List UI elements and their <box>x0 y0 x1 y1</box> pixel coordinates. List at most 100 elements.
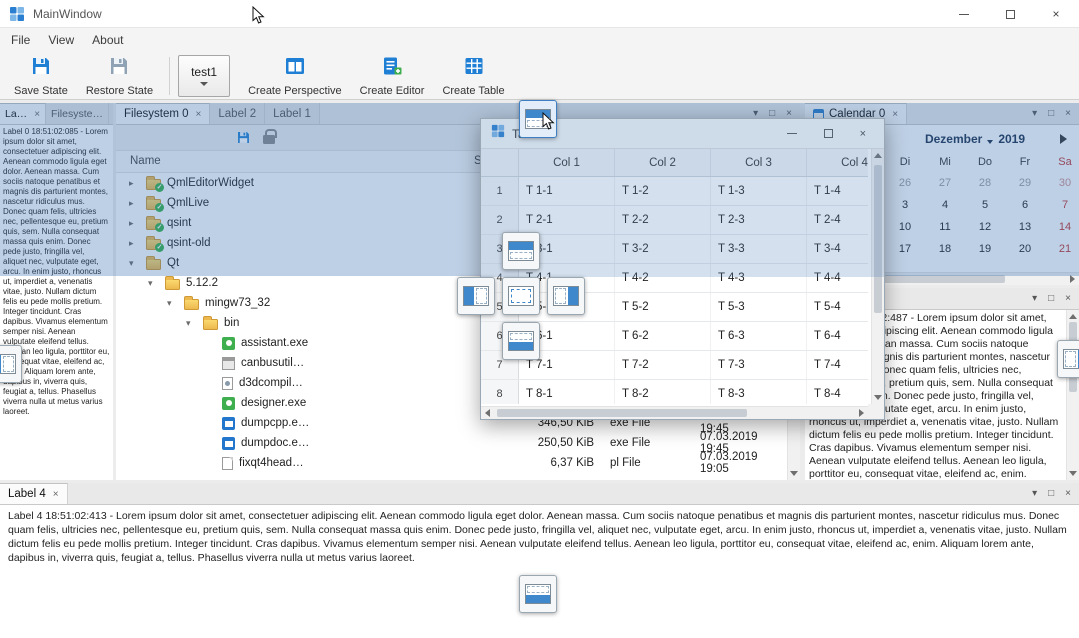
table-cell[interactable]: T 3-4 <box>807 235 868 263</box>
table-column-header[interactable]: Col 3 <box>711 149 807 176</box>
table-cell[interactable]: T 8-1 <box>519 380 615 404</box>
table-cell[interactable]: T 1-2 <box>615 177 711 205</box>
drop-indicator-area-left[interactable] <box>457 277 495 315</box>
drop-indicator-window-bottom[interactable] <box>519 575 557 613</box>
table-header-row: Col 1Col 2Col 3Col 4 <box>481 149 868 177</box>
close-button[interactable]: × <box>1033 0 1079 28</box>
undock-icon[interactable]: □ <box>1048 294 1054 304</box>
table-cell[interactable]: T 1-3 <box>711 177 807 205</box>
drop-indicator-window-left[interactable] <box>0 345 22 383</box>
exe-green-icon <box>222 397 235 410</box>
scroll-down-icon[interactable] <box>790 471 798 476</box>
table-cell[interactable]: T 2-4 <box>807 206 868 234</box>
scroll-down-icon[interactable] <box>1069 471 1077 476</box>
create-editor-button[interactable]: Create Editor <box>352 54 433 98</box>
file-name: fixqt4head… <box>239 457 304 469</box>
drop-indicator-window-right[interactable] <box>1057 340 1079 378</box>
table-cell[interactable]: T 6-2 <box>615 322 711 350</box>
close-dock-icon[interactable]: × <box>1065 294 1071 304</box>
tree-item[interactable]: dumpdoc.e…250,50 KiBexe File07.03.2019 1… <box>116 433 787 453</box>
expanded-expander-icon[interactable]: ▾ <box>183 318 203 329</box>
table-cell[interactable]: T 7-4 <box>807 351 868 379</box>
table-cell[interactable]: T 8-4 <box>807 380 868 404</box>
create-perspective-button[interactable]: Create Perspective <box>240 54 350 98</box>
table-cell[interactable]: T 3-2 <box>615 235 711 263</box>
table-cell[interactable]: T 2-3 <box>711 206 807 234</box>
table-horizontal-scrollbar[interactable] <box>481 406 868 419</box>
save-state-button[interactable]: Save State <box>6 54 76 98</box>
table-cell[interactable]: T 4-3 <box>711 264 807 292</box>
scroll-left-icon[interactable] <box>485 409 490 417</box>
exe-gray-icon <box>222 357 235 370</box>
tabs-menu-icon[interactable]: ▾ <box>1032 489 1037 499</box>
scroll-right-icon[interactable] <box>859 409 864 417</box>
table-cell[interactable]: T 2-1 <box>519 206 615 234</box>
close-button[interactable]: × <box>860 128 866 140</box>
file-name: bin <box>224 317 239 329</box>
menu-about[interactable]: About <box>83 28 132 52</box>
minimize-button[interactable] <box>787 133 797 134</box>
close-dock-icon[interactable]: × <box>1065 489 1071 499</box>
table-cell[interactable]: T 8-3 <box>711 380 807 404</box>
scroll-up-icon[interactable] <box>874 153 882 158</box>
maximize-button[interactable] <box>987 0 1033 28</box>
tabs-menu-icon[interactable]: ▾ <box>1032 294 1037 304</box>
table-corner-button[interactable] <box>481 149 519 176</box>
tab-close-icon[interactable]: × <box>53 489 59 500</box>
table-cell[interactable]: T 7-3 <box>711 351 807 379</box>
minimize-button[interactable] <box>941 0 987 28</box>
close-icon: × <box>860 128 866 140</box>
table-cell[interactable]: T 7-2 <box>615 351 711 379</box>
tree-item[interactable]: fixqt4head…6,37 KiBpl File07.03.2019 19:… <box>116 453 787 473</box>
table-cell[interactable]: T 3-3 <box>711 235 807 263</box>
table-cell[interactable]: T 5-2 <box>615 293 711 321</box>
expanded-expander-icon[interactable]: ▾ <box>164 298 184 309</box>
undock-icon[interactable]: □ <box>1048 489 1054 499</box>
scroll-up-icon[interactable] <box>1069 314 1077 319</box>
table-cell[interactable]: T 6-3 <box>711 322 807 350</box>
table-column-header[interactable]: Col 1 <box>519 149 615 176</box>
scroll-down-icon[interactable] <box>874 395 882 400</box>
create-table-button[interactable]: Create Table <box>434 54 512 98</box>
menu-view[interactable]: View <box>39 28 83 52</box>
drop-indicator-area-top[interactable] <box>502 232 540 270</box>
title-bar: MainWindow × <box>0 0 1079 28</box>
floating-window-controls: × <box>787 128 874 140</box>
table-row-header[interactable]: 8 <box>481 380 519 404</box>
main-toolbar: Save State Restore State test1 Create Pe… <box>0 52 1079 100</box>
drop-indicator-area-bottom[interactable] <box>502 322 540 360</box>
restore-state-button[interactable]: Restore State <box>78 54 161 98</box>
label4-tab-bar: Label 4× ▾ □ × <box>0 483 1079 505</box>
table-cell[interactable]: T 1-1 <box>519 177 615 205</box>
table-cell[interactable]: T 8-2 <box>615 380 711 404</box>
drop-indicator-window-top[interactable] <box>519 100 557 138</box>
scrollbar-thumb[interactable] <box>497 409 747 417</box>
tab-label-4[interactable]: Label 4× <box>0 483 68 504</box>
floating-window-table0[interactable]: Table 0 × Col 1Col 2Col 3Col 4 1T 1-1T 1… <box>480 118 885 420</box>
dock-bottom-icon <box>525 584 551 604</box>
table-row-header[interactable]: 2 <box>481 206 519 234</box>
table-cell[interactable]: T 4-2 <box>615 264 711 292</box>
maximize-button[interactable] <box>824 129 833 138</box>
table-vertical-scrollbar[interactable] <box>871 149 884 404</box>
table-cell[interactable]: T 5-4 <box>807 293 868 321</box>
table-cell[interactable]: T 5-3 <box>711 293 807 321</box>
label5-scrollbar[interactable] <box>1066 310 1079 480</box>
app-icon <box>9 6 25 22</box>
expanded-expander-icon[interactable]: ▾ <box>145 278 165 289</box>
perspective-combo[interactable]: test1 <box>178 55 230 97</box>
table-cell[interactable]: T 1-4 <box>807 177 868 205</box>
table-cell[interactable]: T 6-4 <box>807 322 868 350</box>
table-cell[interactable]: T 2-2 <box>615 206 711 234</box>
drop-indicator-area-center[interactable] <box>502 277 540 315</box>
scroll-right-icon[interactable] <box>1070 275 1075 283</box>
table-column-header[interactable]: Col 2 <box>615 149 711 176</box>
table-column-header[interactable]: Col 4 <box>807 149 868 176</box>
table-cell[interactable]: T 4-4 <box>807 264 868 292</box>
dock-right-icon <box>553 286 579 306</box>
scrollbar-thumb[interactable] <box>877 275 1005 283</box>
menu-file[interactable]: File <box>2 28 39 52</box>
drop-indicator-area-right[interactable] <box>547 277 585 315</box>
scrollbar-thumb[interactable] <box>874 165 882 313</box>
table-row-header[interactable]: 1 <box>481 177 519 205</box>
